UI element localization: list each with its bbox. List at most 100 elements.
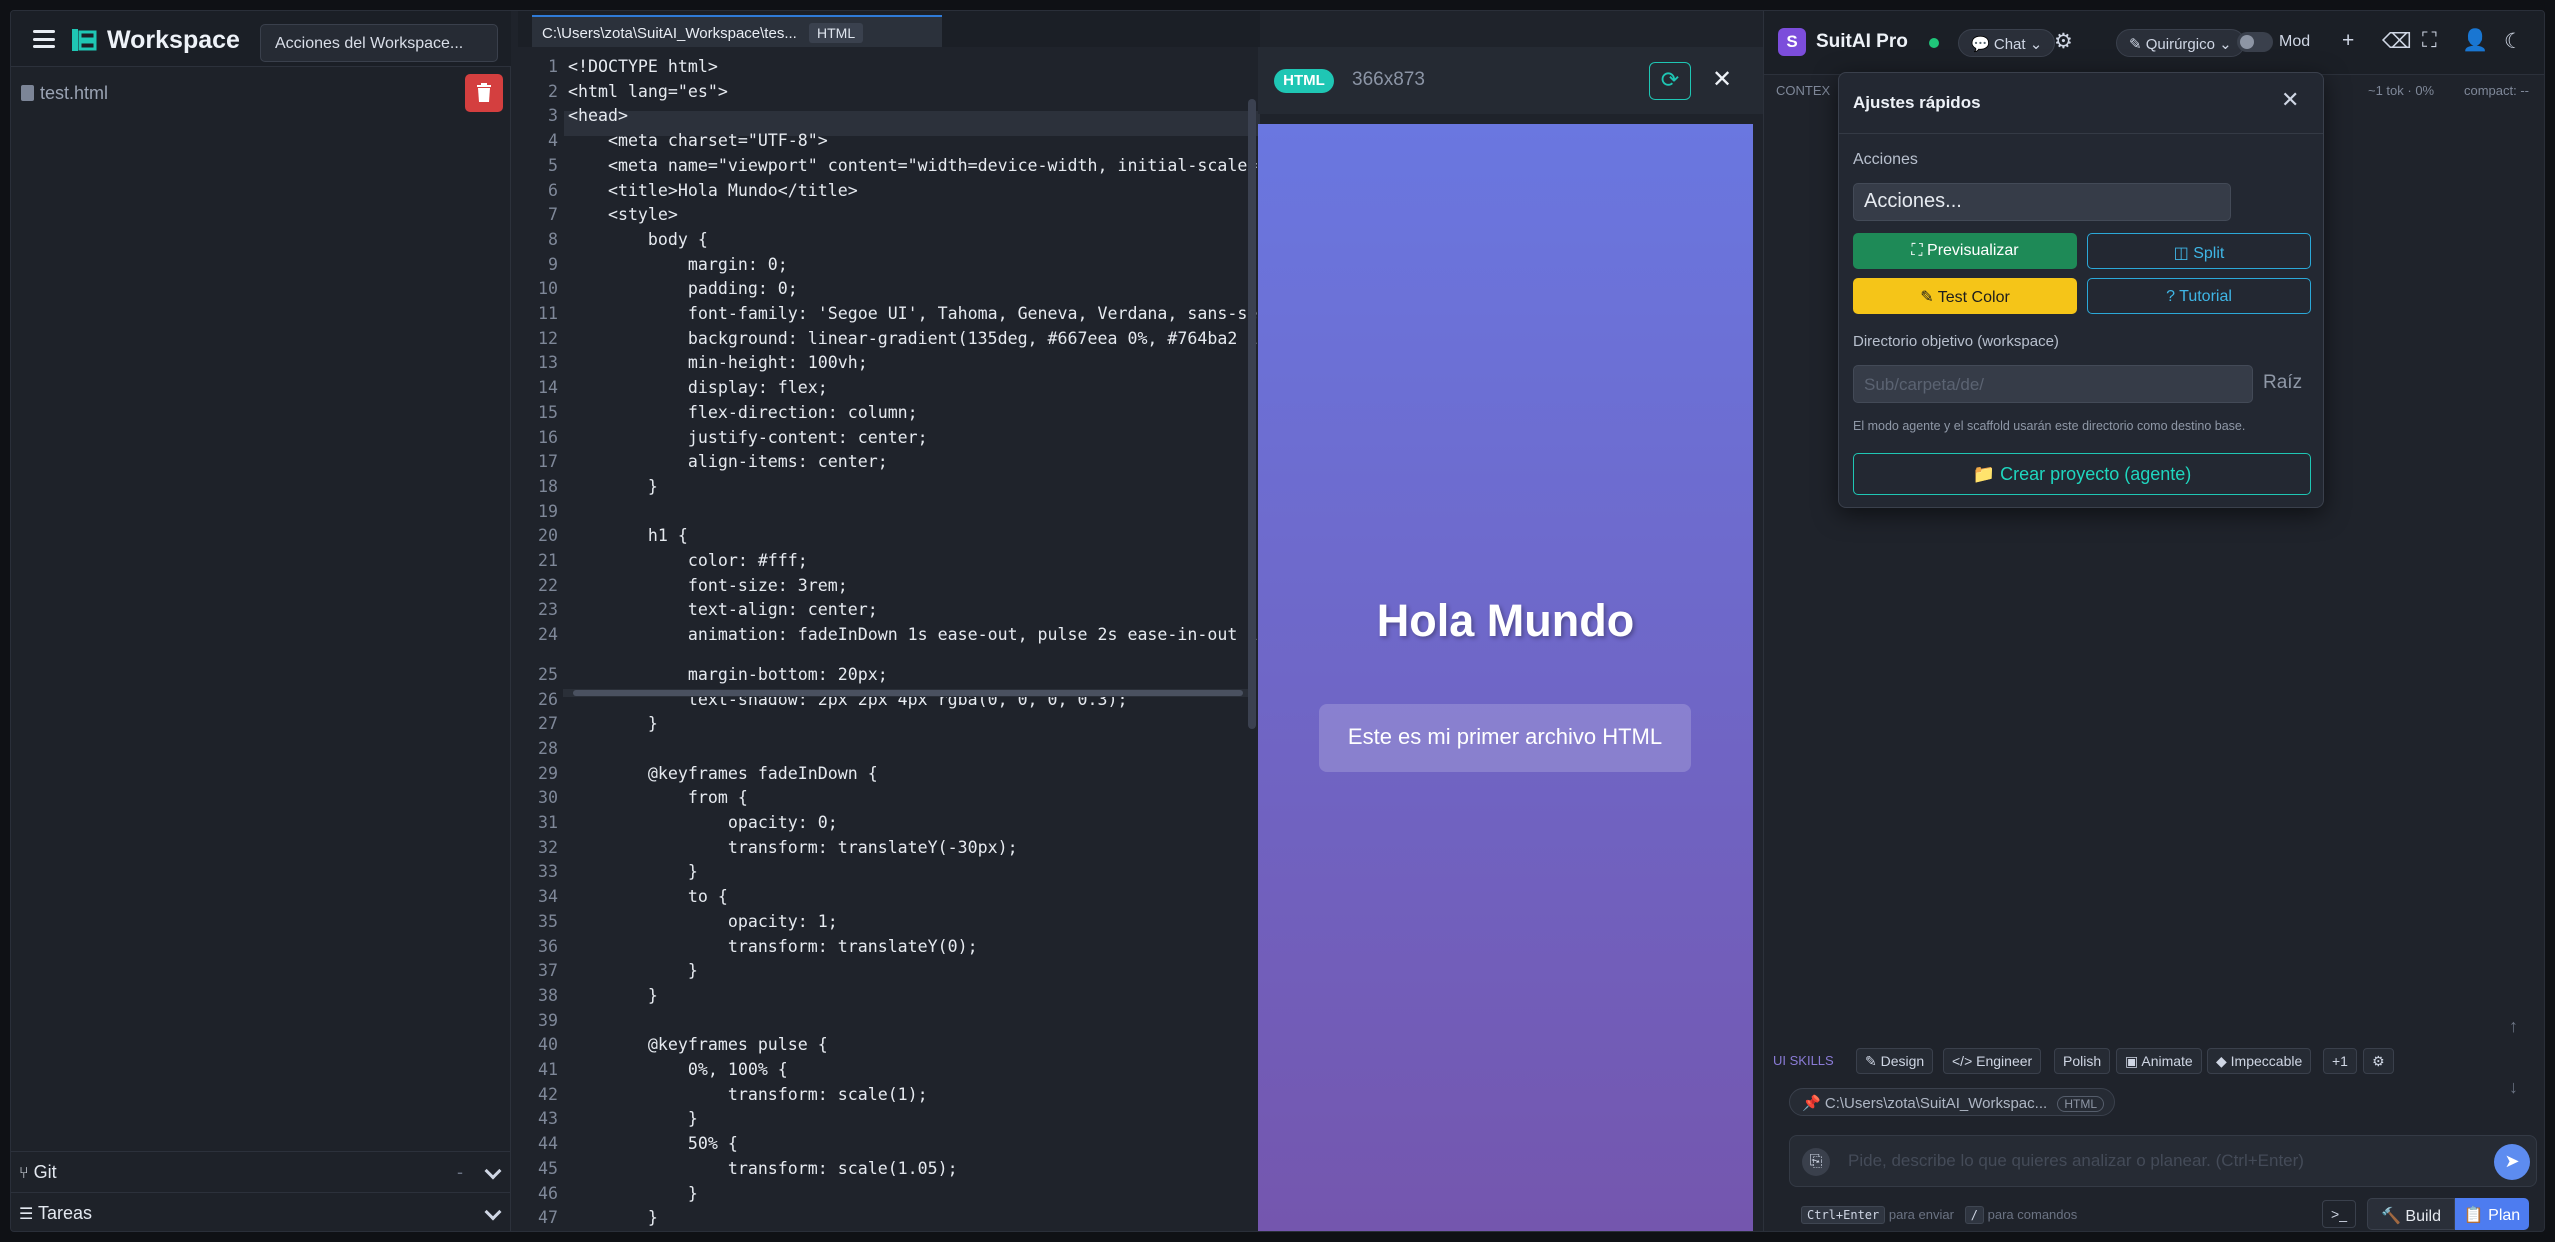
code-line: <style> — [568, 205, 678, 225]
code-line: margin: 0; — [568, 254, 788, 274]
compact-label: compact: -- — [2464, 83, 2530, 98]
skill-chip-animate[interactable]: ▣ Animate — [2116, 1048, 2202, 1074]
git-panel-toggle[interactable]: ⑂ Git - — [11, 1151, 511, 1191]
line-number: 19 — [538, 501, 558, 521]
scroll-down-arrow-icon[interactable]: ↓ — [2509, 1077, 2518, 1098]
target-dir-label: Directorio objetivo (workspace) — [1853, 333, 2059, 350]
tutorial-label: Tutorial — [2179, 288, 2232, 305]
code-line: body { — [568, 229, 708, 249]
quick-settings-popover: Ajustes rápidos ✕ Acciones Acciones... ⛶… — [1838, 72, 2324, 508]
ui-skills-label: UI SKILLS — [1773, 1053, 1834, 1068]
target-dir-input[interactable]: Sub/carpeta/de/ — [1853, 365, 2253, 403]
root-button[interactable]: Raíz — [2263, 372, 2302, 394]
trash-icon — [477, 83, 491, 102]
line-number: 44 — [538, 1134, 558, 1154]
send-button[interactable]: ➤ — [2494, 1144, 2530, 1180]
context-file-pill[interactable]: 📌 C:\Users\zota\SuitAI_Workspac... HTML — [1789, 1088, 2115, 1116]
chevron-down-icon — [484, 1162, 502, 1180]
code-line: <head> — [568, 106, 628, 126]
mod-toggle[interactable] — [2237, 32, 2273, 52]
refresh-preview-button[interactable]: ⟳ — [1649, 62, 1691, 100]
code-line: align-items: center; — [568, 452, 888, 472]
keyboard-hints: Ctrl+Enter para enviar / para comandos — [1801, 1206, 2077, 1224]
scrollbar-thumb[interactable] — [573, 690, 1243, 696]
skill-chip-design[interactable]: ✎ Design — [1856, 1048, 1934, 1074]
new-chat-plus-icon[interactable]: + — [2342, 29, 2354, 53]
editor-tab-bar: C:\Users\zota\SuitAI_Workspace\tes... HT… — [518, 11, 1260, 47]
build-label: Build — [2405, 1208, 2441, 1225]
code-line: color: #fff; — [568, 551, 808, 570]
code-line: } — [568, 1208, 658, 1228]
skill-chip-label: Animate — [2141, 1053, 2193, 1069]
editor-tab-active[interactable]: C:\Users\zota\SuitAI_Workspace\tes... HT… — [532, 15, 942, 47]
close-preview-button[interactable]: ✕ — [1712, 65, 1732, 94]
plan-mode-button[interactable]: 📋 Plan — [2455, 1198, 2529, 1230]
line-number: 41 — [538, 1060, 558, 1079]
workspace-logo-icon — [72, 29, 97, 51]
create-project-label: Crear proyecto (agente) — [2000, 464, 2192, 484]
split-button[interactable]: ◫ Split — [2087, 233, 2311, 269]
code-line: transform: translateY(-30px); — [568, 837, 1018, 857]
mode-select[interactable]: 💬 Chat ⌄ — [1958, 29, 2056, 57]
tutorial-button[interactable]: ? Tutorial — [2087, 278, 2311, 314]
hint-key-commands: / — [1964, 1206, 1984, 1224]
line-number: 33 — [538, 862, 558, 882]
actions-label: Acciones — [1853, 151, 1918, 168]
eyedropper-icon: ✎ — [1920, 289, 1934, 306]
fullscreen-icon[interactable]: ⛶ — [2422, 29, 2437, 53]
code-line: padding: 0; — [568, 279, 798, 299]
attach-paperclip-icon[interactable]: ⎘ — [1802, 1148, 1830, 1176]
line-number: 31 — [538, 813, 558, 832]
code-line: margin-bottom: 20px; — [568, 664, 888, 684]
close-popover-button[interactable]: ✕ — [2281, 87, 2299, 113]
line-number: 34 — [538, 887, 558, 907]
test-color-button[interactable]: ✎ Test Color — [1853, 278, 2077, 314]
line-number: 29 — [538, 763, 558, 783]
delete-file-button[interactable] — [465, 74, 503, 112]
skill-chip-engineer[interactable]: </> Engineer — [1943, 1048, 2042, 1074]
skill-chip-impeccable[interactable]: ◆ Impeccable — [2207, 1048, 2312, 1074]
html-preview-panel: HTML 366x873 ⟳ ✕ Hola Mundo Este es mi p… — [1258, 47, 1763, 1231]
horizontal-scrollbar[interactable] — [563, 689, 1253, 697]
line-number: 15 — [538, 402, 558, 422]
create-project-button[interactable]: 📁 Crear proyecto (agente) — [1853, 453, 2311, 495]
code-line: from { — [568, 788, 748, 808]
prompt-input[interactable]: Pide, describe lo que quieres analizar o… — [1848, 1151, 2304, 1171]
context-file-badge: HTML — [2057, 1096, 2105, 1112]
hint-key-send: Ctrl+Enter — [1801, 1206, 1886, 1224]
line-number: 8 — [548, 229, 558, 249]
sliders-icon[interactable]: ⚙ — [2054, 29, 2073, 54]
workspace-actions-select[interactable]: Acciones del Workspace... — [260, 24, 498, 62]
file-item[interactable]: test.html — [21, 83, 108, 104]
line-number: 42 — [538, 1084, 558, 1104]
vertical-scrollbar[interactable] — [1248, 99, 1256, 729]
code-line: @keyframes fadeInDown { — [568, 763, 878, 783]
line-number: 27 — [538, 714, 558, 734]
quick-settings-title: Ajustes rápidos — [1853, 93, 1981, 112]
code-area[interactable]: 1 <!DOCTYPE html> 2 <html lang="es"> 3 <head>… — [518, 55, 1277, 1231]
code-line: <!DOCTYPE html> — [568, 57, 718, 76]
user-settings-icon[interactable]: 👤 — [2462, 29, 2488, 53]
code-line: } — [568, 1183, 698, 1203]
menu-icon[interactable] — [33, 30, 55, 48]
skills-settings-gear-icon[interactable]: ⚙ — [2363, 1048, 2394, 1074]
pin-icon: 📌 — [1802, 1095, 1821, 1112]
line-number: 12 — [538, 328, 558, 348]
code-line: opacity: 1; — [568, 911, 838, 931]
skill-chip-polish[interactable]: Polish — [2054, 1048, 2111, 1074]
scroll-up-arrow-icon[interactable]: ↑ — [2509, 1016, 2518, 1037]
build-mode-button[interactable]: 🔨 Build — [2367, 1198, 2455, 1230]
style-select[interactable]: ✎ Quirúrgico ⌄ — [2116, 29, 2245, 57]
terminal-button[interactable]: >_ — [2322, 1200, 2356, 1228]
code-line: 0%, 100% { — [568, 1060, 788, 1079]
actions-select[interactable]: Acciones... — [1853, 183, 2231, 221]
tasks-panel-toggle[interactable]: ☰ Tareas — [11, 1192, 511, 1231]
code-line: to { — [568, 887, 728, 907]
preview-button-label: Previsualizar — [1927, 242, 2019, 259]
preview-button[interactable]: ⛶ Previsualizar — [1853, 233, 2077, 269]
skill-chip-more[interactable]: +1 — [2323, 1048, 2357, 1074]
dark-mode-moon-icon[interactable]: ☾ — [2504, 29, 2523, 54]
code-line: flex-direction: column; — [568, 402, 918, 422]
hint-send-text: para enviar — [1888, 1207, 1954, 1222]
eraser-icon[interactable]: ⌫ — [2382, 29, 2412, 54]
